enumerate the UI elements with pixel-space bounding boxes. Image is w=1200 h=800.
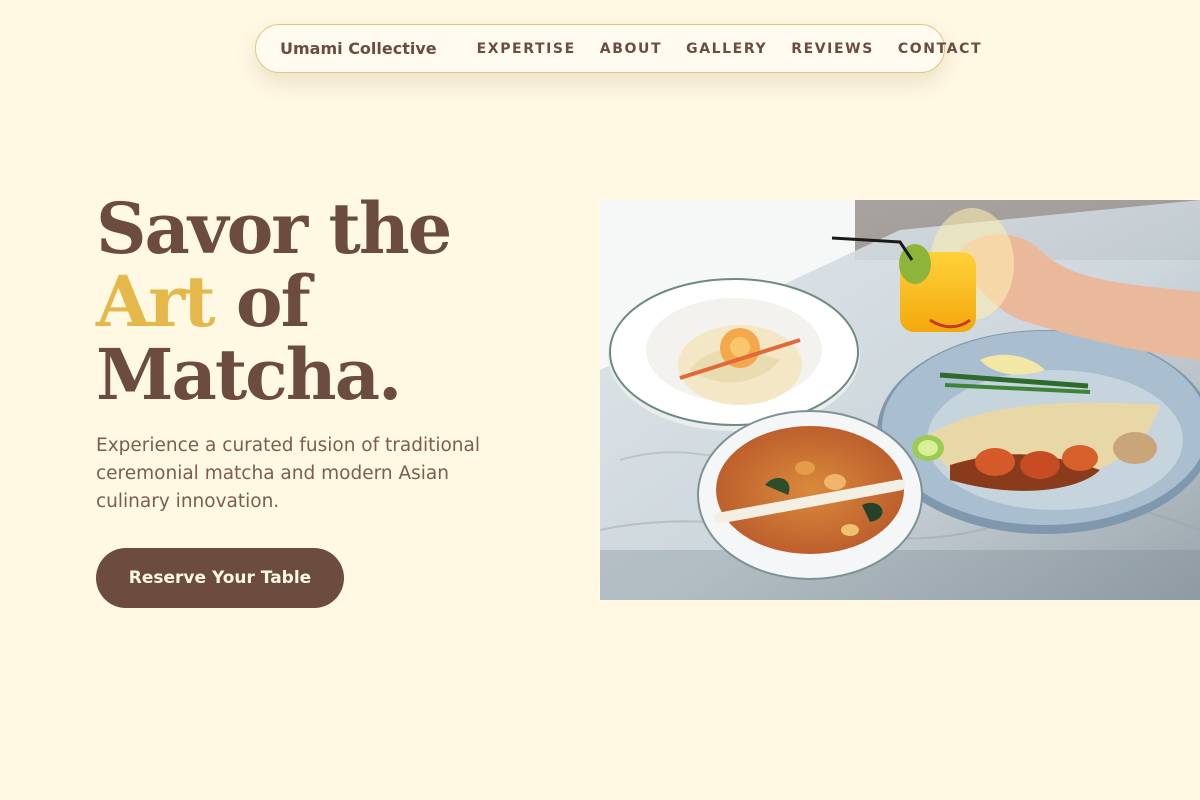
- brand-logo-text[interactable]: Umami Collective: [280, 39, 437, 58]
- hero-description: Experience a curated fusion of tradition…: [96, 435, 481, 512]
- top-navigation: Umami Collective EXPERTISE ABOUT GALLERY…: [255, 24, 981, 73]
- nav-menu: EXPERTISE ABOUT GALLERY REVIEWS CONTACT: [477, 41, 982, 57]
- headline-line-3: Matcha.: [96, 333, 402, 416]
- nav-link-about[interactable]: ABOUT: [600, 41, 662, 57]
- headline-line-2-rest: of: [213, 260, 311, 343]
- nav-link-reviews[interactable]: REVIEWS: [791, 41, 874, 57]
- nav-link-expertise[interactable]: EXPERTISE: [477, 41, 576, 57]
- reserve-table-button[interactable]: Reserve Your Table: [96, 548, 344, 608]
- nav-link-gallery[interactable]: GALLERY: [686, 41, 767, 57]
- headline-line-1: Savor the: [96, 187, 452, 270]
- hero-food-photo: [600, 200, 1200, 600]
- nav-link-contact[interactable]: CONTACT: [898, 41, 982, 57]
- hero-headline: Savor the Art of Matcha.: [96, 192, 452, 411]
- headline-accent-word: Art: [96, 260, 216, 343]
